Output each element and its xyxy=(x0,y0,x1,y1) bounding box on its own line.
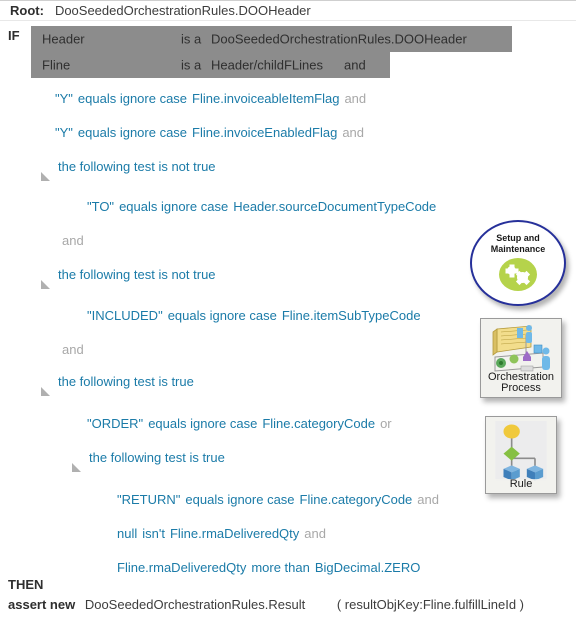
expression-token[interactable]: Fline.categoryCode xyxy=(300,492,413,507)
condition-line[interactable]: "RETURN" equals ignore case Fline.category… xyxy=(117,493,444,506)
rule-artwork xyxy=(495,421,547,482)
rule-caption: Rule xyxy=(486,479,556,493)
root-bar: Root: DooSeededOrchestrationRules.DOOHea… xyxy=(0,0,576,21)
expression-token[interactable]: "INCLUDED" xyxy=(87,308,163,323)
expression-token[interactable]: equals ignore case xyxy=(78,91,187,106)
expression-token[interactable]: "Y" xyxy=(55,125,73,140)
assert-arguments[interactable]: ( resultObjKey:Fline.fulfillLineId ) xyxy=(337,597,524,612)
pattern-name: Fline xyxy=(42,57,71,73)
then-keyword: THEN xyxy=(8,577,44,592)
pattern-type: Header/childFLines xyxy=(211,57,324,73)
if-keyword: IF xyxy=(8,28,20,43)
pattern-name: Header xyxy=(42,31,85,47)
expression-token[interactable]: the following test is true xyxy=(58,374,194,389)
expression-token[interactable]: the following test is not true xyxy=(58,159,216,174)
conjunction-token[interactable]: and xyxy=(304,526,326,541)
gears-badge xyxy=(499,258,537,291)
conjunction-token[interactable]: and xyxy=(62,233,84,248)
expression-token[interactable]: equals ignore case xyxy=(78,125,187,140)
pattern-operator: is a xyxy=(181,31,202,47)
expression-token[interactable]: Fline.invoiceableItemFlag xyxy=(192,91,339,106)
condition-line[interactable]: the following test is true xyxy=(89,451,230,464)
caption-line-2: Process xyxy=(501,382,541,394)
collapse-triangle-icon[interactable] xyxy=(41,387,50,396)
orchestration-process-icon[interactable]: Orchestration Process xyxy=(480,318,562,398)
expression-token[interactable]: equals ignore case xyxy=(185,492,294,507)
expression-token[interactable]: more than xyxy=(251,560,310,575)
condition-line[interactable]: the following test is not true xyxy=(58,268,221,281)
expression-token[interactable]: the following test is true xyxy=(89,450,225,465)
pattern-type: DooSeededOrchestrationRules.DOOHeader xyxy=(211,31,467,47)
condition-line[interactable]: the following test is true xyxy=(58,375,199,388)
rule-icon[interactable]: Rule xyxy=(485,416,557,494)
root-value[interactable]: DooSeededOrchestrationRules.DOOHeader xyxy=(55,3,311,18)
expression-token[interactable]: the following test is not true xyxy=(58,267,216,282)
expression-token[interactable]: "Y" xyxy=(55,91,73,106)
expression-token[interactable]: Fline.itemSubTypeCode xyxy=(282,308,421,323)
condition-line[interactable]: "Y" equals ignore case Fline.invoiceEnable… xyxy=(55,126,369,139)
setup-and-maintenance-icon[interactable]: Setup and Maintenance xyxy=(470,220,566,306)
assert-target[interactable]: DooSeededOrchestrationRules.Result xyxy=(85,597,305,612)
then-action-line[interactable]: assert new DooSeededOrchestrationRules.R… xyxy=(8,597,524,612)
expression-token[interactable]: Fline.rmaDeliveredQty xyxy=(170,526,299,541)
expression-token[interactable]: "ORDER" xyxy=(87,416,143,431)
collapse-triangle-icon[interactable] xyxy=(41,172,50,181)
expression-token[interactable]: equals ignore case xyxy=(119,199,228,214)
expression-token[interactable]: Fline.invoiceEnabledFlag xyxy=(192,125,337,140)
conjunction-line: and xyxy=(62,343,89,356)
expression-token[interactable]: null xyxy=(117,526,137,541)
condition-line[interactable]: "INCLUDED" equals ignore case Fline.itemSu… xyxy=(87,309,426,322)
condition-line[interactable]: "Y" equals ignore case Fline.invoiceableIt… xyxy=(55,92,371,105)
caption-line-1: Rule xyxy=(509,478,533,490)
conjunction-token[interactable]: and xyxy=(344,91,366,106)
assert-keyword: assert new xyxy=(8,597,76,612)
collapse-triangle-icon[interactable] xyxy=(72,463,81,472)
pattern-operator: is a xyxy=(181,57,202,73)
condition-line[interactable]: "ORDER" equals ignore case Fline.categoryC… xyxy=(87,417,397,430)
expression-token[interactable]: "RETURN" xyxy=(117,492,180,507)
expression-token[interactable]: equals ignore case xyxy=(168,308,277,323)
caption-line-2: Maintenance xyxy=(490,244,546,254)
root-label: Root: xyxy=(10,3,44,18)
pattern-row-header[interactable]: Header is a DooSeededOrchestrationRules.… xyxy=(31,26,512,52)
condition-line[interactable]: "TO" equals ignore case Header.sourceDocum… xyxy=(87,200,441,213)
condition-line[interactable]: the following test is not true xyxy=(58,160,221,173)
conjunction-line: and xyxy=(62,234,89,247)
expression-token[interactable]: BigDecimal.ZERO xyxy=(315,560,420,575)
expression-token[interactable]: "TO" xyxy=(87,199,114,214)
expression-token[interactable]: equals ignore case xyxy=(148,416,257,431)
setup-and-maintenance-caption: Setup and Maintenance xyxy=(491,233,546,255)
pattern-row-fline[interactable]: Fline is a Header/childFLines and xyxy=(31,52,390,78)
expression-token[interactable]: isn't xyxy=(142,526,165,541)
gear-icon xyxy=(507,266,516,275)
condition-line[interactable]: null isn't Fline.rmaDeliveredQty and xyxy=(117,527,331,540)
expression-token[interactable]: Fline.rmaDeliveredQty xyxy=(117,560,246,575)
expression-token[interactable]: Fline.categoryCode xyxy=(262,416,375,431)
pattern-conjunction: and xyxy=(344,57,366,73)
caption-line-1: Setup and xyxy=(496,233,540,243)
orchestration-process-caption: Orchestration Process xyxy=(481,372,561,397)
collapse-triangle-icon[interactable] xyxy=(41,280,50,289)
conjunction-token[interactable]: and xyxy=(342,125,364,140)
conjunction-token[interactable]: and xyxy=(62,342,84,357)
condition-line[interactable]: Fline.rmaDeliveredQty more than BigDecimal… xyxy=(117,561,425,574)
gear-icon xyxy=(517,272,528,283)
expression-token[interactable]: Header.sourceDocumentTypeCode xyxy=(233,199,436,214)
conjunction-token[interactable]: or xyxy=(380,416,392,431)
conjunction-token[interactable]: and xyxy=(417,492,439,507)
